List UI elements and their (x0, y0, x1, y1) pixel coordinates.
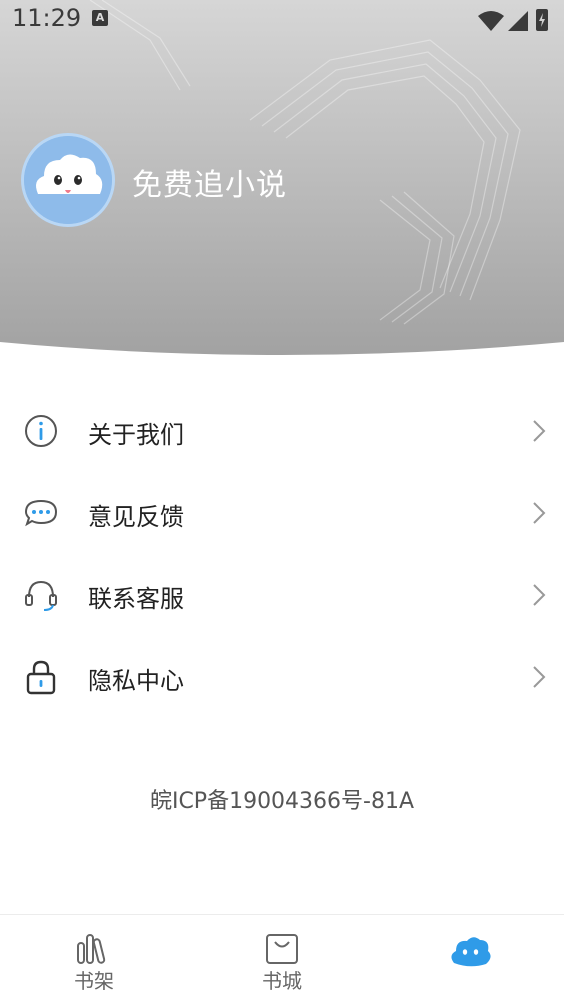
notification-a-icon: A (92, 10, 108, 26)
chevron-right-icon (533, 666, 546, 688)
tab-profile[interactable] (376, 915, 564, 1005)
menu-item-label: 关于我们 (88, 421, 184, 449)
status-time: 11:29 (12, 4, 82, 32)
headset-icon (25, 580, 57, 611)
info-icon (25, 415, 57, 447)
tab-bookstore[interactable]: 书城 (188, 915, 376, 1005)
profile-title: 免费追小说 (132, 168, 287, 203)
status-bar: 11:29 A (0, 0, 564, 40)
tab-label: 书架 (74, 969, 114, 993)
bottom-tab-bar: 书架 书城 (0, 914, 564, 1005)
chevron-right-icon (533, 420, 546, 442)
shopping-bag-icon (266, 934, 298, 964)
menu-item-customer-service[interactable]: 联系客服 (0, 554, 564, 636)
lock-icon (26, 660, 56, 695)
avatar[interactable] (24, 136, 112, 224)
chat-bubble-icon (24, 499, 58, 527)
bookshelf-icon (77, 934, 106, 964)
signal-icon (508, 11, 528, 31)
wifi-icon (478, 11, 504, 31)
settings-menu: 关于我们 意见反馈 联系客服 隐私中心 (0, 390, 564, 718)
menu-item-label: 隐私中心 (88, 667, 184, 695)
menu-item-about[interactable]: 关于我们 (0, 390, 564, 472)
chevron-right-icon (533, 584, 546, 606)
tab-bookshelf[interactable]: 书架 (0, 915, 188, 1005)
menu-item-privacy[interactable]: 隐私中心 (0, 636, 564, 718)
status-icons (478, 9, 548, 31)
icp-license: 皖ICP备19004366号-81A (149, 789, 415, 814)
chevron-right-icon (533, 502, 546, 524)
tab-label: 书城 (262, 969, 302, 993)
menu-item-label: 联系客服 (88, 585, 184, 613)
cloud-mascot-icon (24, 136, 112, 224)
profile-header: 11:29 A 免费追小说 (0, 0, 564, 380)
cloud-mascot-icon (451, 937, 491, 967)
menu-item-feedback[interactable]: 意见反馈 (0, 472, 564, 554)
menu-item-label: 意见反馈 (88, 503, 184, 531)
